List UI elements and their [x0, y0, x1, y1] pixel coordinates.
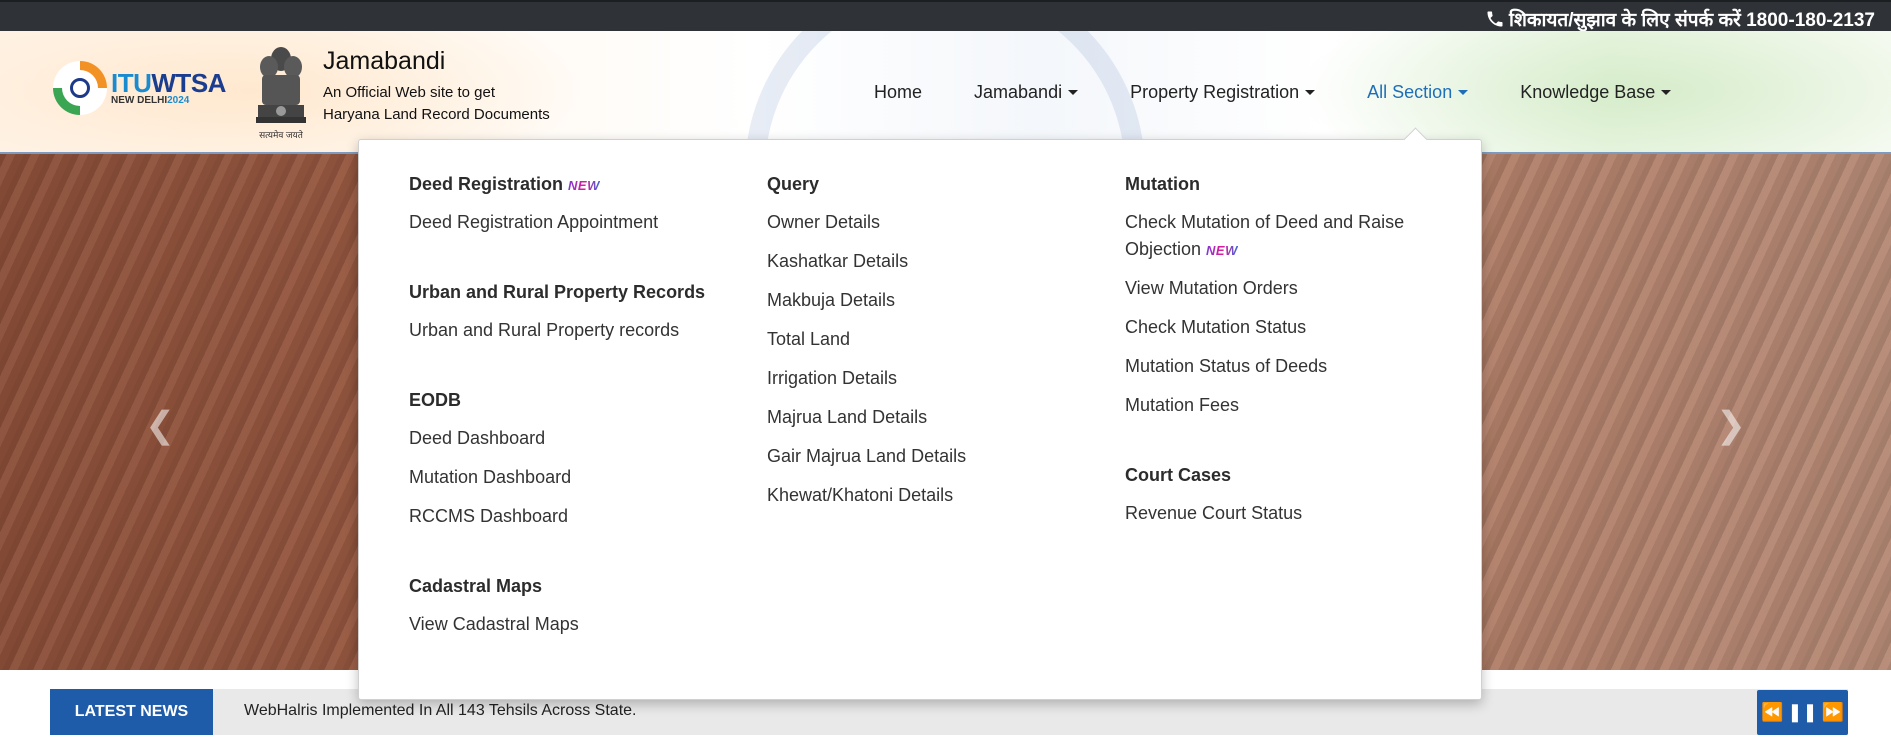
- nav-home[interactable]: Home: [874, 82, 922, 103]
- all-section-mega-menu: Deed Registration NEW Deed Registration A…: [358, 139, 1482, 700]
- itu-logo-city: NEW DELHI: [111, 95, 168, 106]
- menu-link-mutation-fees[interactable]: Mutation Fees: [1125, 392, 1239, 419]
- nav-knowledge-base[interactable]: Knowledge Base: [1520, 82, 1672, 103]
- nav-all-section-label: All Section: [1367, 82, 1453, 102]
- menu-link-khewat-khatoni-details[interactable]: Khewat/Khatoni Details: [767, 482, 953, 509]
- menu-heading-mutation: Mutation: [1125, 174, 1200, 194]
- nav-jamabandi[interactable]: Jamabandi: [974, 82, 1079, 103]
- site-title-block: Jamabandi An Official Web site to get Ha…: [323, 47, 550, 126]
- itu-wheel-icon: [53, 61, 107, 115]
- news-ticker-text[interactable]: WebHalris Implemented In All 143 Tehsils…: [244, 702, 636, 720]
- menu-link-check-mutation-status[interactable]: Check Mutation Status: [1125, 314, 1306, 341]
- new-badge: NEW: [568, 178, 600, 193]
- menu-heading-label: Deed Registration: [409, 174, 564, 194]
- fast-forward-icon[interactable]: ⏩: [1822, 702, 1844, 723]
- menu-heading-eodb: EODB: [409, 390, 462, 410]
- nav-knowledge-base-label: Knowledge Base: [1520, 82, 1656, 102]
- nav-property-registration[interactable]: Property Registration: [1130, 82, 1316, 103]
- menu-link-view-cadastral-maps[interactable]: View Cadastral Maps: [409, 611, 579, 638]
- wtsa-logo-text: WTSA: [151, 68, 226, 98]
- menu-link-revenue-court-status[interactable]: Revenue Court Status: [1125, 500, 1302, 527]
- menu-heading-deed-registration[interactable]: Deed Registration NEW: [409, 174, 600, 195]
- emblem-motto: सत्यमेव जयते: [259, 130, 303, 140]
- main-nav: Home Jamabandi Property Registration All…: [874, 82, 1723, 103]
- itu-logo-text: ITU: [111, 68, 152, 98]
- caret-down-icon: [1458, 90, 1469, 95]
- menu-link-label: Check Mutation of Deed and Raise Objecti…: [1125, 212, 1405, 259]
- itu-wtsa-logo[interactable]: ITUWTSA NEW DELHI2024: [53, 61, 226, 115]
- caret-down-icon: [1305, 90, 1316, 95]
- rewind-icon[interactable]: ⏪: [1761, 702, 1783, 723]
- menu-link-kashatkar-details[interactable]: Kashatkar Details: [767, 248, 908, 275]
- caret-down-icon: [1661, 90, 1672, 95]
- menu-link-view-mutation-orders[interactable]: View Mutation Orders: [1125, 275, 1298, 302]
- menu-link-check-mutation-of-deed[interactable]: Check Mutation of Deed and Raise Objecti…: [1125, 209, 1425, 264]
- carousel-next-arrow-icon[interactable]: ❯: [1716, 404, 1746, 446]
- emblem-icon: [256, 47, 306, 123]
- caret-down-icon: [1068, 90, 1079, 95]
- menu-link-owner-details[interactable]: Owner Details: [767, 209, 880, 236]
- menu-heading-query: Query: [767, 174, 820, 194]
- menu-link-urban-rural-records[interactable]: Urban and Rural Property records: [409, 317, 679, 344]
- nav-jamabandi-label: Jamabandi: [974, 82, 1063, 102]
- menu-link-total-land[interactable]: Total Land: [767, 326, 850, 353]
- menu-heading-urban-rural-records[interactable]: Urban and Rural Property Records: [409, 282, 705, 303]
- menu-link-irrigation-details[interactable]: Irrigation Details: [767, 365, 897, 392]
- menu-link-mutation-status-of-deeds[interactable]: Mutation Status of Deeds: [1125, 353, 1327, 380]
- helpline-text: शिकायत/सुझाव के लिए संपर्क करें 1800-180…: [1509, 10, 1875, 31]
- nav-property-registration-label: Property Registration: [1130, 82, 1300, 102]
- menu-link-mutation-dashboard[interactable]: Mutation Dashboard: [409, 464, 571, 491]
- phone-icon: [1487, 11, 1503, 27]
- menu-link-rccms-dashboard[interactable]: RCCMS Dashboard: [409, 503, 568, 530]
- itu-logo-year: 2024: [167, 95, 190, 106]
- pause-icon[interactable]: ❚❚: [1787, 702, 1817, 723]
- menu-heading-court-cases: Court Cases: [1125, 465, 1232, 485]
- menu-link-deed-dashboard[interactable]: Deed Dashboard: [409, 425, 545, 452]
- site-header: ITUWTSA NEW DELHI2024 सत्यमेव जयते Jamab…: [0, 31, 1891, 154]
- national-emblem-logo: सत्यमेव जयते: [252, 41, 310, 141]
- nav-all-section[interactable]: All Section: [1367, 82, 1469, 103]
- site-subtitle-line1: An Official Web site to get: [323, 84, 496, 101]
- nav-home-label: Home: [874, 82, 923, 102]
- latest-news-label: LATEST NEWS: [50, 689, 213, 735]
- menu-link-majrua-land-details[interactable]: Majrua Land Details: [767, 404, 927, 431]
- site-subtitle-line2: Haryana Land Record Documents: [323, 106, 550, 123]
- site-name[interactable]: Jamabandi: [323, 47, 550, 76]
- news-controls: ⏪ ❚❚ ⏩: [1757, 690, 1848, 735]
- menu-link-deed-registration-appointment[interactable]: Deed Registration Appointment: [409, 209, 658, 236]
- new-badge: NEW: [1206, 237, 1238, 264]
- top-contact-bar: शिकायत/सुझाव के लिए संपर्क करें 1800-180…: [0, 0, 1891, 31]
- menu-link-gair-majrua-land-details[interactable]: Gair Majrua Land Details: [767, 443, 966, 470]
- helpline-contact[interactable]: शिकायत/सुझाव के लिए संपर्क करें 1800-180…: [1485, 6, 1875, 32]
- carousel-prev-arrow-icon[interactable]: ❮: [145, 404, 175, 446]
- menu-heading-cadastral-maps: Cadastral Maps: [409, 576, 543, 596]
- menu-link-makbuja-details[interactable]: Makbuja Details: [767, 287, 895, 314]
